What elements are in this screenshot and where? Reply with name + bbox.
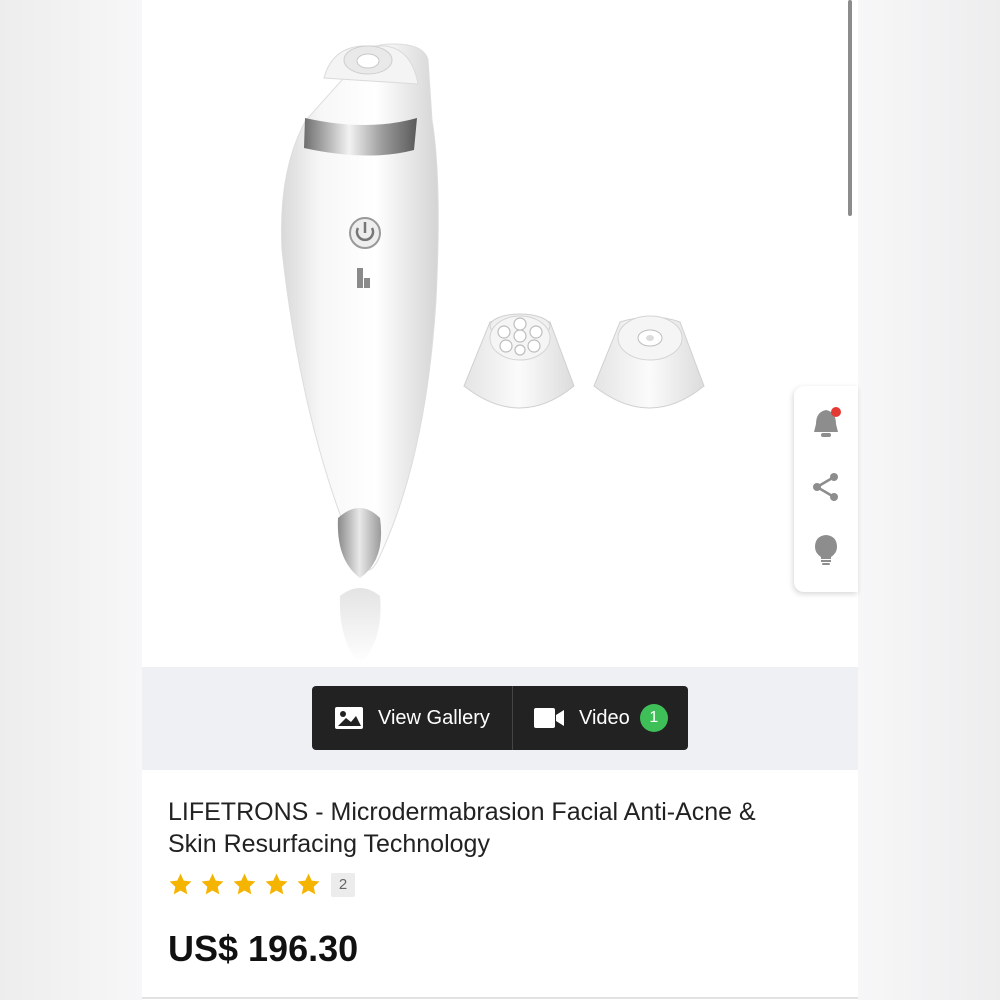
star-icon bbox=[297, 873, 320, 895]
video-label: Video bbox=[579, 706, 630, 729]
notification-dot bbox=[831, 406, 841, 417]
notification-button[interactable] bbox=[809, 406, 843, 445]
bell-icon bbox=[809, 406, 843, 445]
star-icon bbox=[201, 873, 224, 895]
share-icon bbox=[809, 470, 843, 509]
star-icon bbox=[265, 873, 288, 895]
video-button[interactable]: Video 1 bbox=[513, 686, 688, 750]
video-camera-icon bbox=[533, 707, 565, 729]
image-icon bbox=[334, 706, 364, 730]
star-icon bbox=[233, 873, 256, 895]
product-title: LIFETRONS - Microdermabrasion Facial Ant… bbox=[168, 798, 756, 858]
section-divider bbox=[142, 997, 858, 999]
floating-actions bbox=[794, 386, 858, 592]
rating[interactable]: 2 bbox=[168, 872, 355, 897]
media-buttons: View Gallery Video 1 bbox=[312, 686, 688, 750]
product-image[interactable] bbox=[142, 0, 858, 667]
media-bar: View Gallery Video 1 bbox=[142, 667, 858, 770]
review-count: 2 bbox=[331, 872, 355, 897]
tips-button[interactable] bbox=[809, 534, 843, 568]
lightbulb-icon bbox=[809, 532, 843, 571]
scrollbar[interactable] bbox=[848, 0, 852, 216]
video-count-badge: 1 bbox=[639, 704, 668, 732]
view-gallery-button[interactable]: View Gallery bbox=[312, 686, 513, 750]
product-price: US$ 196.30 bbox=[168, 928, 359, 969]
star-icon bbox=[169, 873, 192, 895]
view-gallery-label: View Gallery bbox=[378, 706, 490, 729]
star-rating bbox=[168, 872, 321, 897]
product-photo bbox=[281, 43, 705, 664]
product-page: View Gallery Video 1 LIFETRONS - Microde… bbox=[142, 0, 858, 1000]
share-button[interactable] bbox=[809, 472, 843, 506]
